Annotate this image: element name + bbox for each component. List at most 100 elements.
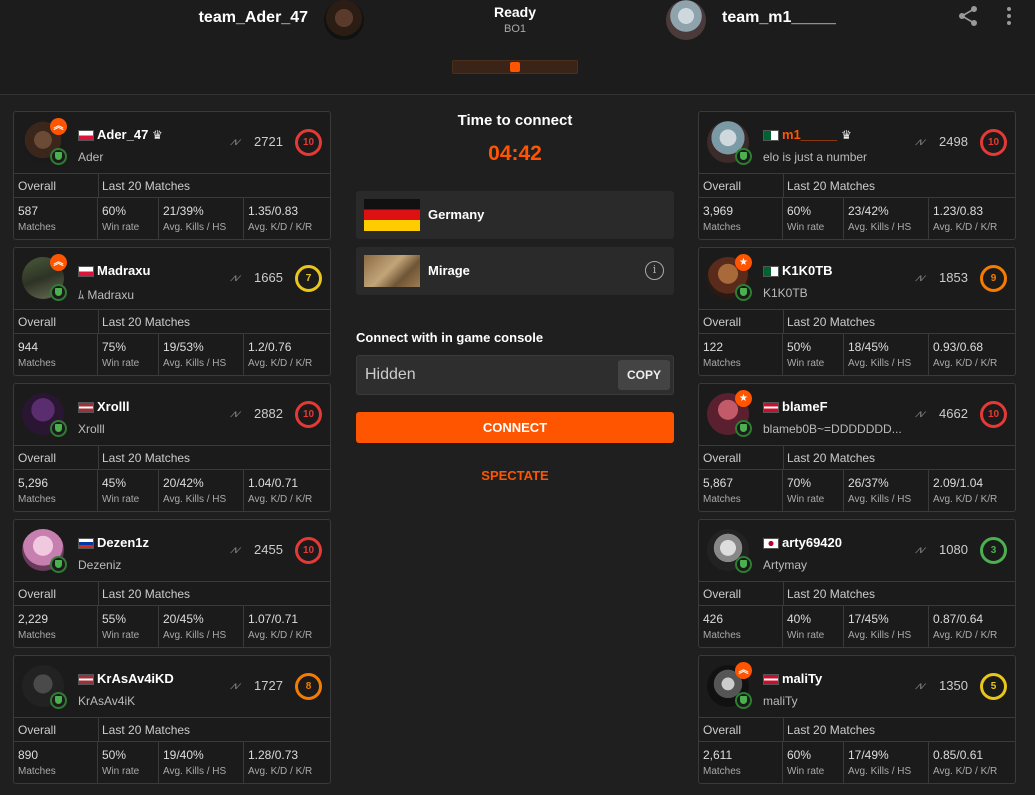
map-label: Mirage — [428, 263, 470, 278]
winrate-value: 70% — [787, 476, 812, 490]
player-card[interactable]: ★ K1K0TB K1K0TB ⩘⩗ 1853 9 Overall Last 20 Match… — [698, 247, 1016, 376]
kd-kr-cell: 1.07/0.71 Avg. K/D / K/R — [244, 606, 330, 647]
winrate-cell: 50% Win rate — [783, 334, 844, 375]
player-card[interactable]: KrAsAv4iKD KrAsAv4iK ⩘⩗ 1727 8 Overall Last 20… — [13, 655, 331, 784]
winrate-label: Win rate — [102, 494, 140, 505]
player-card[interactable]: Xrolll Xrolll ⩘⩗ 2882 10 Overall Last 20 Match… — [13, 383, 331, 512]
kills-hs-value: 23/42% — [848, 204, 889, 218]
divider — [783, 446, 784, 470]
kd-kr-label: Avg. K/D / K/R — [933, 494, 998, 505]
player-name[interactable]: Ader_47 — [97, 127, 148, 142]
matches-value: 426 — [703, 612, 724, 626]
player-subtitle: blameb0B~=DDDDDDD... — [763, 422, 902, 436]
kd-kr-label: Avg. K/D / K/R — [248, 630, 313, 641]
kd-kr-value: 2.09/1.04 — [933, 476, 984, 490]
shield-icon — [50, 420, 67, 437]
chevron-rank-icon: ︽ — [735, 662, 752, 679]
kd-kr-label: Avg. K/D / K/R — [933, 766, 998, 777]
player-card[interactable]: m1_____ ♛ elo is just a number ⩘⩗ 2498 10 Over… — [698, 111, 1016, 240]
player-name[interactable]: maliTy — [782, 671, 822, 686]
shield-icon — [735, 692, 752, 709]
player-header: KrAsAv4iKD KrAsAv4iK ⩘⩗ 1727 8 — [14, 656, 330, 717]
player-card[interactable]: Dezen1z Dezeniz ⩘⩗ 2455 10 Overall Last 20 Mat… — [13, 519, 331, 648]
skill-level-badge: 5 — [980, 673, 1007, 700]
player-name[interactable]: K1K0TB — [782, 263, 833, 278]
team-right-name[interactable]: team_m1_____ — [722, 9, 836, 27]
elo-trend-icon: ⩘⩗ — [915, 136, 926, 148]
connect-button[interactable]: CONNECT — [356, 412, 674, 443]
player-name[interactable]: Xrolll — [97, 399, 130, 414]
player-elo: 2498 — [939, 134, 968, 149]
player-header: arty69420 Artymay ⩘⩗ 1080 3 — [699, 520, 1015, 581]
shield-icon — [735, 420, 752, 437]
elo-trend-icon: ⩘⩗ — [915, 680, 926, 692]
crown-icon: ♛ — [841, 128, 852, 142]
more-vertical-icon[interactable] — [1003, 5, 1015, 32]
kd-kr-value: 0.93/0.68 — [933, 340, 984, 354]
player-card[interactable]: ︽ Ader_47 ♛ Ader ⩘⩗ 2721 10 Overall Last 20 Matc… — [13, 111, 331, 240]
matches-label: Matches — [703, 494, 741, 505]
progress-marker — [510, 62, 520, 72]
country-flag-icon — [78, 130, 94, 141]
player-name[interactable]: arty69420 — [782, 535, 842, 550]
kd-kr-value: 0.87/0.64 — [933, 612, 984, 626]
matches-value: 944 — [18, 340, 39, 354]
team-left-name[interactable]: team_Ader_47 — [199, 9, 308, 27]
matches-value: 3,969 — [703, 204, 734, 218]
country-flag-icon — [78, 538, 94, 549]
player-name[interactable]: Madraxu — [97, 263, 150, 278]
player-card[interactable]: ︽ maliTy maliTy ⩘⩗ 1350 5 Overall Last 20 Match… — [698, 655, 1016, 784]
player-stats: Overall Last 20 Matches 587 Matches 60% Win r… — [14, 173, 330, 239]
elo-trend-icon: ⩘⩗ — [230, 136, 241, 148]
share-icon[interactable] — [957, 5, 979, 32]
matches-label: Matches — [18, 766, 56, 777]
player-header: ★ blameF blameb0B~=DDDDDDD... ⩘⩗ 4662 10 — [699, 384, 1015, 445]
last20-label: Last 20 Matches — [787, 587, 876, 601]
player-stats: Overall Last 20 Matches 944 Matches 75% Win r… — [14, 309, 330, 375]
player-subtitle: Artymay — [763, 558, 808, 572]
winrate-cell: 40% Win rate — [783, 606, 844, 647]
info-icon[interactable]: i — [645, 261, 664, 280]
country-flag-icon — [763, 130, 779, 141]
kills-hs-label: Avg. Kills / HS — [163, 494, 227, 505]
kd-kr-cell: 1.04/0.71 Avg. K/D / K/R — [244, 470, 330, 511]
player-card[interactable]: ︽ Madraxu ﾑ Madraxu ⩘⩗ 1665 7 Overall Last 20 M… — [13, 247, 331, 376]
connect-timer: 04:42 — [488, 142, 542, 165]
kills-hs-label: Avg. Kills / HS — [848, 494, 912, 505]
country-flag-icon — [763, 402, 779, 413]
stats-header-row: Overall Last 20 Matches — [699, 446, 1015, 470]
country-flag-icon — [763, 266, 779, 277]
player-card[interactable]: ★ blameF blameb0B~=DDDDDDD... ⩘⩗ 4662 10 Overa… — [698, 383, 1016, 512]
kills-hs-value: 26/37% — [848, 476, 889, 490]
player-card[interactable]: arty69420 Artymay ⩘⩗ 1080 3 Overall Last 20 Ma… — [698, 519, 1016, 648]
team-left-avatar[interactable] — [324, 0, 364, 40]
kills-hs-label: Avg. Kills / HS — [163, 222, 227, 233]
player-name[interactable]: KrAsAv4iKD — [97, 671, 174, 686]
winrate-cell: 45% Win rate — [98, 470, 159, 511]
copy-button[interactable]: COPY — [618, 360, 670, 390]
spectate-link[interactable]: SPECTATE — [356, 468, 674, 483]
kills-hs-cell: 26/37% Avg. Kills / HS — [844, 470, 929, 511]
console-input[interactable] — [357, 356, 612, 394]
overall-label: Overall — [18, 315, 57, 329]
player-name[interactable]: blameF — [782, 399, 828, 414]
matches-label: Matches — [703, 630, 741, 641]
player-name[interactable]: Dezen1z — [97, 535, 149, 550]
matches-cell: 890 Matches — [14, 742, 98, 783]
chevron-rank-icon: ︽ — [50, 118, 67, 135]
winrate-label: Win rate — [787, 630, 825, 641]
last20-label: Last 20 Matches — [787, 179, 876, 193]
player-name[interactable]: m1_____ — [782, 127, 837, 142]
kills-hs-value: 20/42% — [163, 476, 204, 490]
country-flag-icon — [78, 266, 94, 277]
veto-progress-bar — [452, 60, 578, 74]
kills-hs-cell: 19/53% Avg. Kills / HS — [159, 334, 244, 375]
shield-icon — [735, 148, 752, 165]
winrate-value: 55% — [102, 612, 127, 626]
kd-kr-value: 0.85/0.61 — [933, 748, 984, 762]
last20-label: Last 20 Matches — [787, 315, 876, 329]
stats-header-row: Overall Last 20 Matches — [14, 582, 330, 606]
player-header: ︽ Madraxu ﾑ Madraxu ⩘⩗ 1665 7 — [14, 248, 330, 309]
winrate-cell: 55% Win rate — [98, 606, 159, 647]
team-right-avatar[interactable] — [666, 0, 706, 40]
